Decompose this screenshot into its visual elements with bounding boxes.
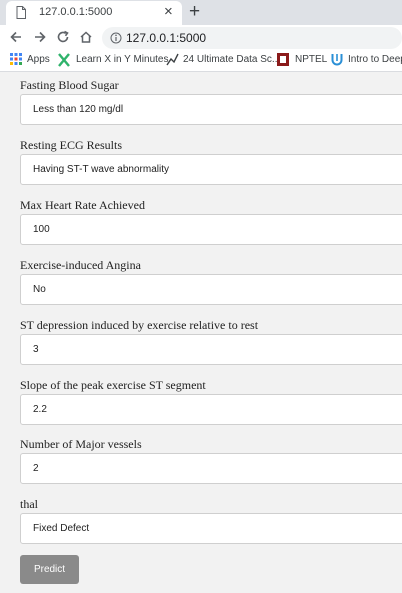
bookmark-nptel[interactable]: NPTEL bbox=[295, 54, 327, 65]
thal-select[interactable]: Fixed Defect bbox=[20, 513, 402, 544]
field-value: 3 bbox=[33, 344, 39, 355]
browser-toolbar: 127.0.0.1:5000 bbox=[0, 25, 402, 50]
st-depression-label: ST depression induced by exercise relati… bbox=[20, 318, 259, 332]
new-tab-icon[interactable]: + bbox=[189, 2, 200, 22]
learn-x-icon bbox=[58, 53, 70, 67]
st-depression-input[interactable]: 3 bbox=[20, 334, 402, 365]
home-icon[interactable] bbox=[79, 30, 93, 44]
resting-ecg-label: Resting ECG Results bbox=[20, 138, 123, 152]
document-icon bbox=[16, 6, 26, 19]
exercise-angina-label: Exercise-induced Angina bbox=[20, 258, 141, 272]
apps-grid-icon bbox=[10, 53, 22, 65]
reload-icon[interactable] bbox=[56, 30, 70, 44]
st-slope-label: Slope of the peak exercise ST segment bbox=[20, 378, 206, 392]
tab-close-icon[interactable]: × bbox=[164, 4, 173, 20]
resting-ecg-select[interactable]: Having ST-T wave abnormality bbox=[20, 154, 402, 185]
deep-icon bbox=[331, 54, 343, 66]
bookmarks-bar: Apps Learn X in Y Minutes 24 Ultimate Da… bbox=[0, 50, 402, 72]
field-value: 2.2 bbox=[33, 404, 47, 415]
field-value: 2 bbox=[33, 463, 39, 474]
nptel-icon bbox=[277, 53, 289, 66]
bookmark-learn-x[interactable]: Learn X in Y Minutes bbox=[76, 54, 168, 65]
fasting-blood-sugar-label: Fasting Blood Sugar bbox=[20, 78, 119, 92]
bookmark-data-sc[interactable]: 24 Ultimate Data Sc... bbox=[183, 54, 280, 65]
tab-strip: 127.0.0.1:5000 × + bbox=[0, 0, 402, 25]
back-arrow-icon[interactable] bbox=[9, 30, 23, 44]
address-bar[interactable]: 127.0.0.1:5000 bbox=[102, 27, 402, 49]
field-value: Having ST-T wave abnormality bbox=[33, 164, 169, 175]
data-sc-icon bbox=[166, 53, 179, 66]
exercise-angina-select[interactable]: No bbox=[20, 274, 402, 305]
page-content: Fasting Blood Sugar Less than 120 mg/dl … bbox=[0, 72, 402, 593]
browser-tab[interactable]: 127.0.0.1:5000 × bbox=[6, 1, 182, 25]
max-heart-rate-label: Max Heart Rate Achieved bbox=[20, 198, 145, 212]
major-vessels-label: Number of Major vessels bbox=[20, 437, 142, 451]
predict-button[interactable]: Predict bbox=[20, 555, 79, 584]
bookmark-intro-deep[interactable]: Intro to Deep bbox=[348, 54, 402, 65]
url-text: 127.0.0.1:5000 bbox=[126, 31, 207, 45]
st-slope-input[interactable]: 2.2 bbox=[20, 394, 402, 425]
field-value: Fixed Defect bbox=[33, 523, 90, 534]
thal-label: thal bbox=[20, 497, 38, 511]
major-vessels-input[interactable]: 2 bbox=[20, 453, 402, 484]
field-value: No bbox=[33, 284, 46, 295]
info-icon[interactable] bbox=[110, 32, 122, 44]
forward-arrow-icon[interactable] bbox=[33, 30, 47, 44]
max-heart-rate-input[interactable]: 100 bbox=[20, 214, 402, 245]
fasting-blood-sugar-select[interactable]: Less than 120 mg/dl bbox=[20, 94, 402, 125]
field-value: 100 bbox=[33, 224, 50, 235]
field-value: Less than 120 mg/dl bbox=[33, 104, 124, 115]
tab-title: 127.0.0.1:5000 bbox=[39, 6, 113, 18]
bookmark-apps[interactable]: Apps bbox=[27, 54, 50, 65]
